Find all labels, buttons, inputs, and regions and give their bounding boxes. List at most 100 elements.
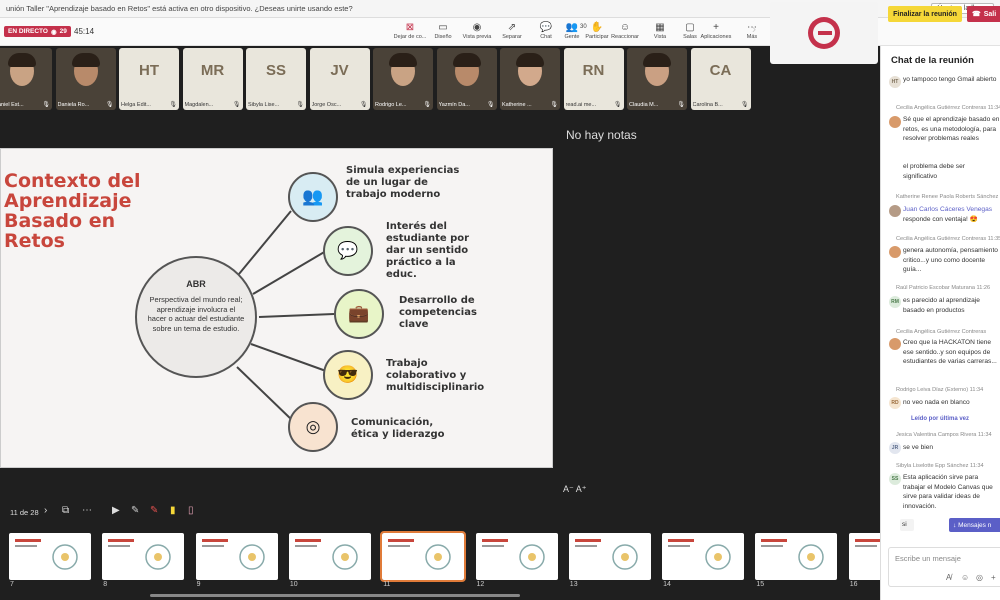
participant-tile[interactable]: Daniela Ro... 🎙 (55, 48, 116, 110)
apps-label: Aplicaciones (700, 34, 732, 40)
mic-muted-icon: 🎙 (296, 102, 304, 108)
participant-tile[interactable]: RN read.ai me... 🎙 (563, 48, 624, 110)
detach-icon: ⇗ (507, 22, 517, 33)
layout-icon: ▭ (438, 22, 448, 33)
loop-icon[interactable]: ◎ (976, 573, 983, 582)
chat-input[interactable]: Escribe un mensaje (888, 547, 1000, 587)
format-icon[interactable]: A̸ (946, 573, 951, 582)
preview-icon: ◉ (472, 22, 482, 33)
participant-initials: SS (265, 61, 286, 79)
thumbnail-preview (574, 539, 638, 570)
rooms-label: Salas (683, 34, 697, 40)
thumbnail-scrollbar[interactable] (150, 594, 520, 597)
red-pen-icon[interactable]: ✎ (150, 505, 158, 516)
chat-message: responde con ventaja! 😍 (903, 216, 978, 223)
font-size-control[interactable]: A⁻ A⁺ (563, 484, 587, 495)
participant-name: Rodrigo Le... (375, 102, 407, 108)
participant-tile[interactable]: HT Helga Edit... 🎙 (119, 48, 179, 110)
next-slide-icon[interactable]: › (44, 505, 47, 516)
preview-label: Vista previa (462, 34, 492, 40)
participant-name: Carolina B... (692, 102, 723, 108)
pointer-icon[interactable]: ▶ (112, 505, 120, 516)
person-chat-icon: 💬 (323, 226, 373, 276)
slide-thumbnail[interactable] (9, 533, 91, 580)
participant-initials: HT (139, 61, 159, 79)
thumbnail-number: 8 (103, 581, 108, 588)
thumbnail-preview (294, 539, 358, 570)
people-count: 30 (580, 24, 587, 30)
notification-text: unión Taller "Aprendizaje basado en Reto… (6, 4, 353, 13)
emoji-icon[interactable]: ☺ (961, 573, 969, 582)
add-icon[interactable]: + (991, 573, 996, 582)
slide-thumbnail[interactable] (102, 533, 185, 580)
slide-thumbnail[interactable] (380, 531, 467, 582)
slide: Contexto del Aprendizaje Basado en Retos… (0, 148, 553, 468)
participant-tile[interactable]: Rodrigo Le... 🎙 (373, 48, 433, 110)
stop-sharing-button[interactable]: ⊠ Dejar de co... (393, 21, 427, 40)
chat-message: no veo nada en blanco (903, 399, 970, 406)
live-badge: EN DIRECTO ◉ 29 (4, 26, 71, 37)
layout-button[interactable]: ▭ Diseño (426, 21, 460, 40)
cool-face-icon: 😎 (323, 350, 373, 400)
view-label: Vista (653, 34, 667, 40)
new-messages-button[interactable]: ↓ Mensajes n (949, 518, 1000, 532)
leave-button[interactable]: ☎ Sali (967, 6, 1000, 22)
eye-icon: ◉ (50, 28, 57, 36)
react-icon: ☺ (619, 22, 631, 33)
avatar: SS (889, 473, 901, 485)
layout-label: Diseño (434, 34, 452, 40)
mic-muted-icon: 🎙 (613, 102, 622, 108)
slide-item-1: Simula experiencias de un lugar de traba… (346, 165, 460, 200)
participant-tile[interactable]: Yazmín Da... 🎙 (436, 48, 497, 110)
more-icon[interactable]: ⋯ (82, 505, 92, 516)
slide-thumbnail[interactable] (475, 533, 558, 580)
highlighter-icon[interactable]: ▮ (170, 505, 176, 516)
thumbnail-number: 9 (196, 581, 201, 588)
participant-tile[interactable]: Katherine ... 🎙 (500, 48, 560, 110)
view-button[interactable]: ▦ Vista (643, 21, 677, 40)
slide-thumbnail[interactable] (195, 533, 278, 580)
mention[interactable]: Juan Carlos Cáceres Venegas (903, 205, 1000, 215)
avatar: RM (889, 296, 901, 308)
chat-message: yo tampoco tengo Gmail abierto (903, 76, 997, 83)
participant-tile[interactable]: SS Sibyla Lise... 🎙 (246, 48, 306, 110)
thumbnail-preview (481, 539, 545, 570)
participant-tile[interactable]: Daniel Est... 🎙 (0, 48, 52, 110)
grid-view-icon[interactable]: ⧉ (62, 505, 69, 516)
mic-muted-icon: 🎙 (677, 102, 685, 108)
participant-name: Daniela Ro... (57, 102, 90, 108)
pen-icon[interactable]: ✎ (131, 505, 139, 516)
participant-name: Magdalen... (184, 102, 214, 108)
react-button[interactable]: ☺ Reaccionar (608, 21, 642, 40)
thumbnail-number: 7 (10, 581, 14, 588)
participant-tile[interactable]: JV Jorge Osc... 🎙 (309, 48, 370, 110)
chat-author: Sibyla Liselotte Epp Sánchez 11:34 (896, 463, 984, 469)
slide-thumbnail[interactable] (568, 533, 651, 580)
slide-thumbnail[interactable] (755, 533, 838, 580)
chevron-right-icon[interactable]: › (752, 22, 756, 36)
participant-photo (516, 53, 544, 67)
eraser-icon[interactable]: ▯ (188, 505, 194, 516)
participant-tile[interactable]: CA Carolina B... 🎙 (690, 48, 751, 110)
detach-button[interactable]: ⇗ Separar (495, 21, 529, 40)
participant-tile[interactable]: Claudia M... 🎙 (627, 48, 687, 110)
slide-thumbnail[interactable] (288, 533, 371, 580)
participant-photo (643, 53, 671, 67)
end-meeting-button[interactable]: Finalizar la reunión (888, 6, 962, 22)
participant-tile[interactable]: MR Magdalen... 🎙 (182, 48, 243, 110)
slide-thumbnail[interactable] (662, 533, 745, 580)
chat-message: Esta aplicación sirve para trabajar el M… (903, 474, 993, 510)
slide-item-4: Trabajo colaborativo y multidisciplinari… (386, 358, 485, 393)
apps-button[interactable]: + Aplicaciones (699, 21, 733, 40)
participant-photo (8, 53, 36, 67)
preview-button[interactable]: ◉ Vista previa (460, 21, 494, 40)
thumbnail-number: 14 (663, 581, 671, 588)
center-title: ABR (186, 279, 206, 289)
participant-photo (452, 53, 481, 67)
chat-message: el problema debe ser significativo (903, 163, 965, 180)
thumbnail-number: 11 (383, 581, 391, 588)
rooms-icon: ▢ (685, 22, 695, 33)
mic-muted-icon: 🎙 (359, 102, 368, 108)
thumbnail-preview (108, 539, 172, 570)
chat-author: Cecilia Angélica Gutiérrez Contreras 11:… (896, 105, 1000, 111)
